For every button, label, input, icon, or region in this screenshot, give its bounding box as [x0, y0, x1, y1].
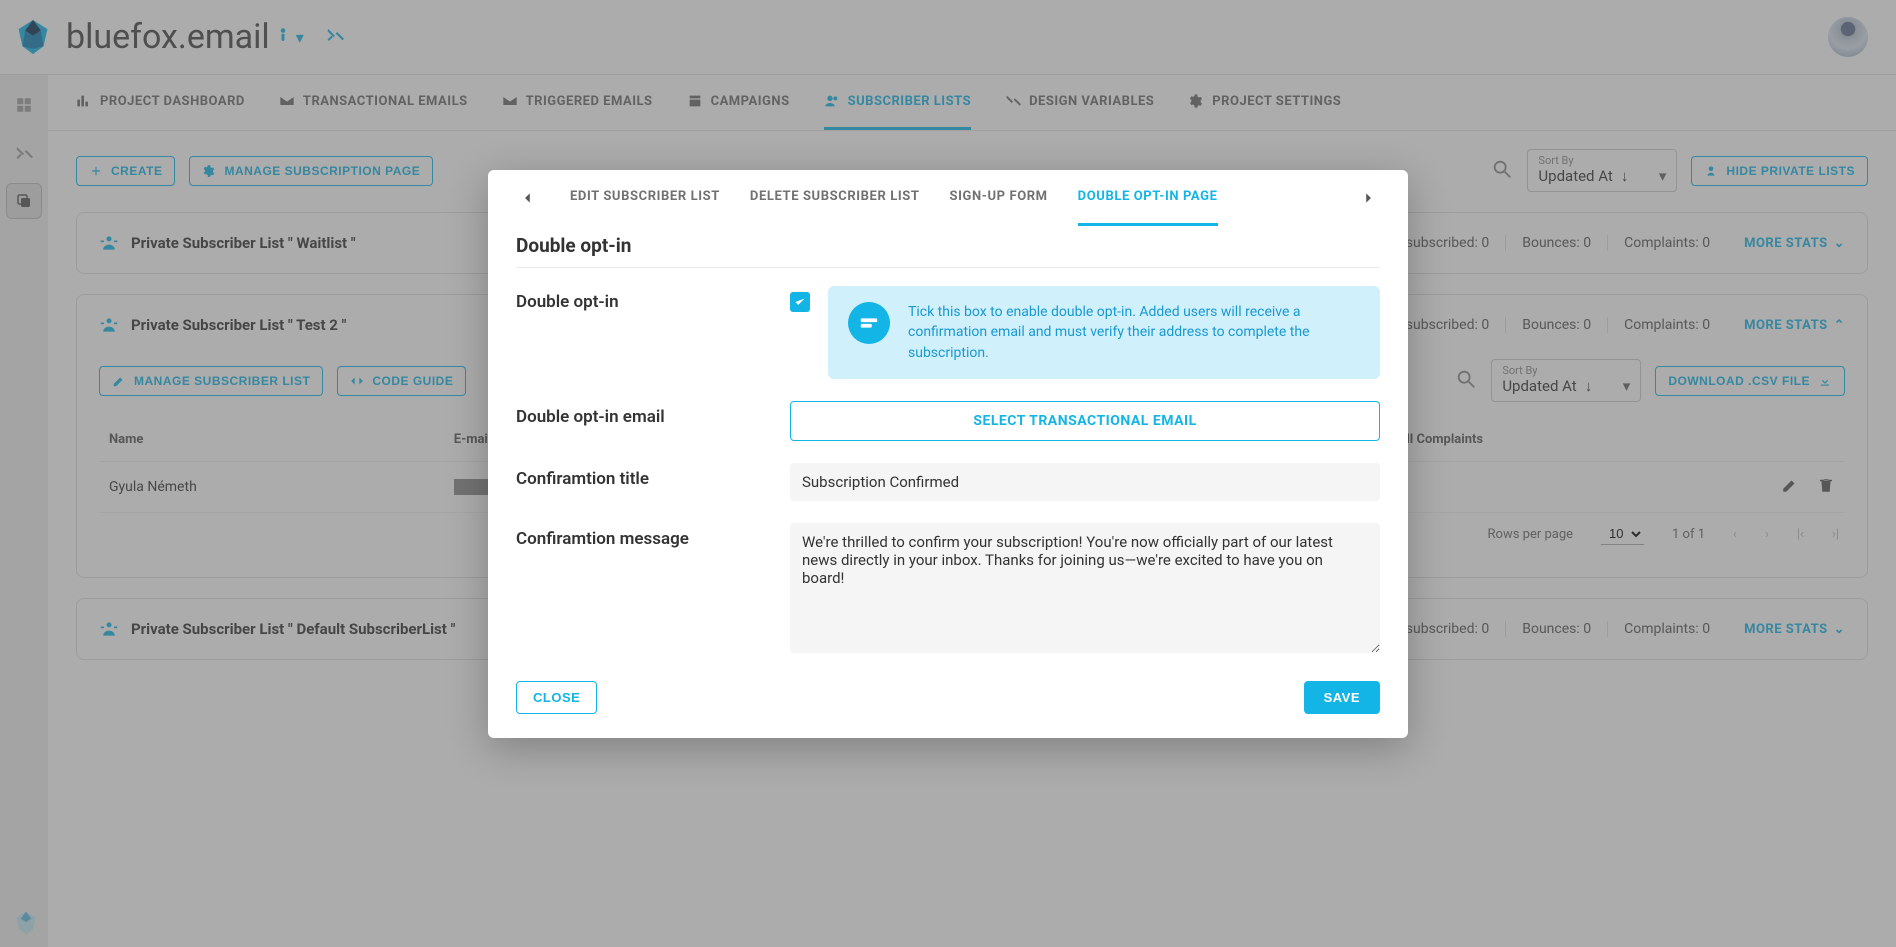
tabs-prev-icon[interactable]	[516, 191, 540, 205]
modal-footer: CLOSE SAVE	[516, 675, 1380, 714]
close-button[interactable]: CLOSE	[516, 681, 597, 714]
confirmation-title-input[interactable]	[790, 463, 1380, 501]
confirmation-message-label: Confiramtion message	[516, 523, 766, 549]
modal-tab-delete[interactable]: DELETE SUBSCRIBER LIST	[750, 170, 920, 226]
confirmation-title-label: Confiramtion title	[516, 463, 766, 489]
modal-tab-double-opt-in[interactable]: DOUBLE OPT-IN PAGE	[1078, 170, 1218, 226]
confirmation-message-textarea[interactable]	[790, 523, 1380, 653]
save-button[interactable]: SAVE	[1304, 681, 1380, 714]
tabs-next-icon[interactable]	[1356, 191, 1380, 205]
double-opt-in-modal: EDIT SUBSCRIBER LIST DELETE SUBSCRIBER L…	[488, 170, 1408, 738]
modal-tab-edit[interactable]: EDIT SUBSCRIBER LIST	[570, 170, 720, 226]
double-opt-in-email-label: Double opt-in email	[516, 401, 766, 427]
modal-section-title: Double opt-in	[516, 226, 1380, 268]
form-icon	[848, 302, 890, 344]
select-transactional-email-button[interactable]: SELECT TRANSACTIONAL EMAIL	[790, 401, 1380, 441]
double-opt-in-hint-text: Tick this box to enable double opt-in. A…	[908, 302, 1360, 363]
modal-tab-signup[interactable]: SIGN-UP FORM	[950, 170, 1048, 226]
double-opt-in-label: Double opt-in	[516, 286, 766, 312]
double-opt-in-hint: Tick this box to enable double opt-in. A…	[828, 286, 1380, 379]
double-opt-in-checkbox[interactable]	[790, 292, 810, 312]
modal-tabs: EDIT SUBSCRIBER LIST DELETE SUBSCRIBER L…	[516, 170, 1380, 226]
